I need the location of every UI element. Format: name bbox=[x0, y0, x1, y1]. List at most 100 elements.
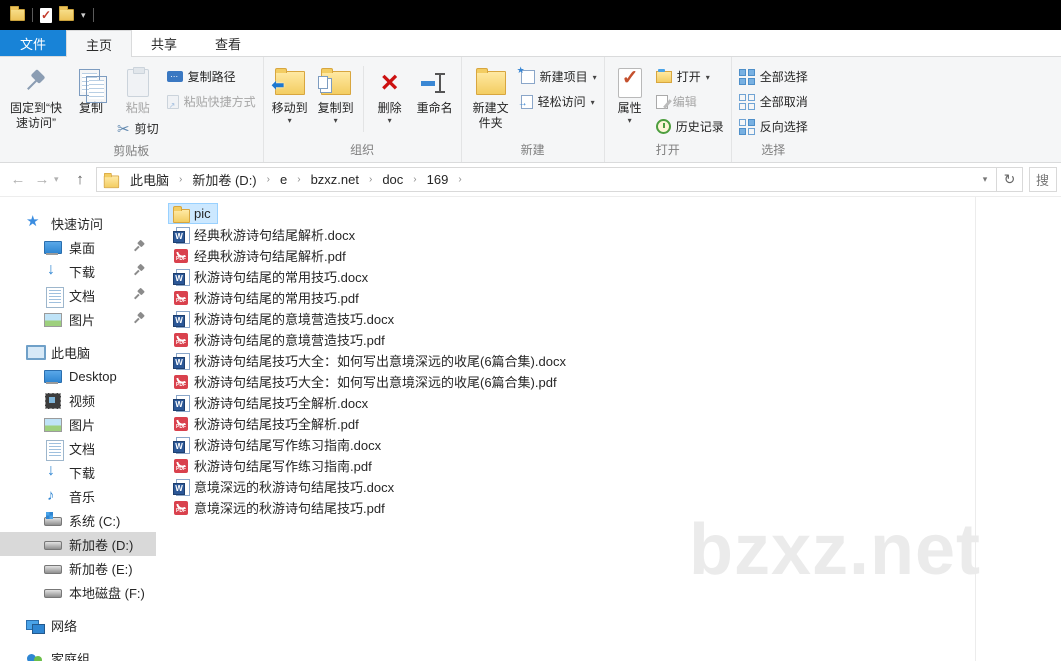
sidebar-item[interactable]: 音乐 bbox=[0, 484, 156, 508]
search-input[interactable]: 搜 bbox=[1029, 167, 1057, 192]
file-row[interactable]: 秋游诗句结尾技巧大全：如何写出意境深远的收尾(6篇合集).docx bbox=[168, 350, 573, 371]
folder-icon[interactable] bbox=[10, 6, 25, 21]
breadcrumb-item[interactable]: e › bbox=[274, 172, 305, 187]
invert-selection-button[interactable]: 反向选择 bbox=[735, 114, 812, 139]
file-row[interactable]: 秋游诗句结尾技巧全解析.docx bbox=[168, 392, 375, 413]
breadcrumb[interactable]: 此电脑 › 新加卷 (D:) › e › bzxz.net › doc › 16… bbox=[96, 167, 997, 192]
divider bbox=[362, 66, 364, 132]
file-row[interactable]: pic bbox=[168, 203, 218, 224]
copy-label: 复制 bbox=[78, 101, 103, 115]
cut-button[interactable]: ✂ 剪切 bbox=[113, 116, 163, 141]
move-to-icon: ⬅ bbox=[272, 68, 305, 95]
sidebar-item[interactable]: 快速访问 bbox=[0, 211, 156, 235]
paste-shortcut-button[interactable]: 粘贴快捷方式 bbox=[163, 89, 260, 114]
easy-access-button[interactable]: 轻松访问 ▾ bbox=[517, 89, 601, 114]
sidebar-item[interactable]: 文档 bbox=[0, 436, 156, 461]
open-button[interactable]: 打开 ▾ bbox=[652, 64, 728, 89]
forward-button[interactable]: → bbox=[30, 171, 54, 188]
sidebar-item-label: 网络 bbox=[51, 618, 78, 634]
file-type-icon bbox=[173, 248, 189, 264]
properties-icon[interactable] bbox=[40, 7, 52, 23]
delete-button[interactable]: × 删除 ▾ bbox=[368, 62, 412, 125]
file-row[interactable]: 秋游诗句结尾的常用技巧.docx bbox=[168, 266, 375, 287]
recent-locations-chevron[interactable]: ▾ bbox=[54, 174, 68, 185]
select-all-icon bbox=[738, 68, 755, 85]
rename-button[interactable]: 重命名 bbox=[412, 62, 458, 116]
paste-button[interactable]: 粘贴 bbox=[116, 62, 160, 116]
up-button[interactable]: ↑ bbox=[68, 171, 92, 188]
sidebar-item[interactable]: 文档 bbox=[0, 283, 156, 308]
folder-icon[interactable] bbox=[59, 6, 74, 21]
file-row[interactable]: 意境深远的秋游诗句结尾技巧.docx bbox=[168, 476, 401, 497]
chevron-right-icon[interactable]: › bbox=[263, 174, 274, 185]
file-row[interactable]: 秋游诗句结尾的意境营造技巧.docx bbox=[168, 308, 401, 329]
select-all-button[interactable]: 全部选择 bbox=[735, 64, 812, 89]
file-row[interactable]: 秋游诗句结尾的意境营造技巧.pdf bbox=[168, 329, 392, 350]
sidebar-item[interactable]: 系统 (C:) bbox=[0, 508, 156, 532]
breadcrumb-item[interactable]: 新加卷 (D:) › bbox=[186, 170, 274, 189]
sidebar-item-icon bbox=[44, 584, 62, 600]
file-row[interactable]: 经典秋游诗句结尾解析.pdf bbox=[168, 245, 353, 266]
edit-button[interactable]: 编辑 bbox=[652, 89, 728, 114]
pin-to-quick-access-button[interactable]: 固定到“快速访问” bbox=[3, 62, 69, 131]
breadcrumb-item[interactable]: 169 › bbox=[421, 172, 466, 187]
sidebar-item[interactable]: 下载 bbox=[0, 259, 156, 283]
sidebar-item-icon bbox=[26, 214, 43, 231]
history-button[interactable]: 历史记录 bbox=[652, 114, 728, 139]
tab-home[interactable]: 主页 bbox=[66, 30, 133, 57]
new-item-button[interactable]: 新建项目 ▾ bbox=[517, 64, 601, 89]
chevron-right-icon[interactable]: › bbox=[175, 174, 186, 185]
breadcrumb-item[interactable]: doc › bbox=[376, 172, 420, 187]
history-icon bbox=[655, 119, 671, 134]
sidebar-item[interactable]: 本地磁盘 (F:) bbox=[0, 580, 156, 604]
sidebar-item[interactable]: 家庭组 bbox=[0, 646, 156, 661]
move-to-button[interactable]: ⬅ 移动到 ▾ bbox=[267, 62, 313, 125]
file-row[interactable]: 秋游诗句结尾技巧全解析.pdf bbox=[168, 413, 366, 434]
sidebar-item[interactable]: 此电脑 bbox=[0, 340, 156, 364]
back-button[interactable]: ← bbox=[6, 171, 30, 188]
file-row[interactable]: 经典秋游诗句结尾解析.docx bbox=[168, 224, 362, 245]
sidebar-item[interactable]: 图片 bbox=[0, 307, 156, 331]
new-folder-button[interactable]: 新建文件夹 bbox=[465, 62, 517, 131]
copy-to-button[interactable]: 复制到 ▾ bbox=[313, 62, 359, 125]
chevron-right-icon[interactable]: › bbox=[365, 174, 376, 185]
sidebar-item[interactable]: 视频 bbox=[0, 388, 156, 412]
chevron-right-icon[interactable]: › bbox=[454, 174, 465, 185]
file-row[interactable]: 秋游诗句结尾写作练习指南.pdf bbox=[168, 455, 379, 476]
sidebar-item[interactable]: 新加卷 (E:) bbox=[0, 556, 156, 580]
sidebar-item[interactable]: 新加卷 (D:) bbox=[0, 532, 156, 556]
breadcrumb-item[interactable]: bzxz.net › bbox=[305, 172, 377, 187]
sidebar-item[interactable]: Desktop bbox=[0, 364, 156, 388]
chevron-right-icon[interactable]: › bbox=[409, 174, 420, 185]
file-row[interactable]: 意境深远的秋游诗句结尾技巧.pdf bbox=[168, 497, 392, 518]
copy-path-button[interactable]: ⋯ 复制路径 bbox=[163, 64, 260, 89]
file-menu-button[interactable]: 文件 bbox=[0, 30, 67, 56]
search-placeholder: 搜 bbox=[1036, 173, 1050, 188]
file-row[interactable]: 秋游诗句结尾的常用技巧.pdf bbox=[168, 287, 366, 308]
sidebar-item-label: 视频 bbox=[69, 393, 96, 409]
chevron-down-icon[interactable]: ▾ bbox=[81, 10, 86, 20]
address-dropdown-chevron[interactable]: ▾ bbox=[974, 168, 996, 191]
file-type-icon bbox=[173, 500, 189, 516]
file-type-icon bbox=[173, 374, 189, 390]
cut-label: 剪切 bbox=[134, 122, 159, 136]
select-none-button[interactable]: 全部取消 bbox=[735, 89, 812, 114]
properties-button[interactable]: 属性 ▾ bbox=[608, 62, 652, 125]
tab-view[interactable]: 查看 bbox=[196, 30, 260, 56]
chevron-right-icon[interactable]: › bbox=[293, 174, 304, 185]
sidebar-item-label: 文档 bbox=[69, 288, 96, 304]
refresh-button[interactable]: ↻ bbox=[997, 167, 1023, 192]
sidebar-item[interactable]: 网络 bbox=[0, 613, 156, 637]
file-row[interactable]: 秋游诗句结尾写作练习指南.docx bbox=[168, 434, 388, 455]
sidebar-item[interactable]: 图片 bbox=[0, 412, 156, 436]
file-name: 意境深远的秋游诗句结尾技巧.docx bbox=[194, 480, 395, 495]
breadcrumb-item[interactable]: 此电脑 › bbox=[124, 170, 186, 189]
file-row[interactable]: 秋游诗句结尾技巧大全：如何写出意境深远的收尾(6篇合集).pdf bbox=[168, 371, 564, 392]
pin-icon bbox=[23, 70, 49, 96]
sidebar-item-label: 图片 bbox=[69, 417, 96, 433]
ribbon-tab-bar: 文件 主页 共享 查看 bbox=[0, 30, 1061, 57]
tab-share[interactable]: 共享 bbox=[132, 30, 196, 56]
sidebar-item[interactable]: 下载 bbox=[0, 460, 156, 484]
sidebar-item[interactable]: 桌面 bbox=[0, 235, 156, 259]
copy-button[interactable]: 复制 bbox=[69, 62, 113, 116]
